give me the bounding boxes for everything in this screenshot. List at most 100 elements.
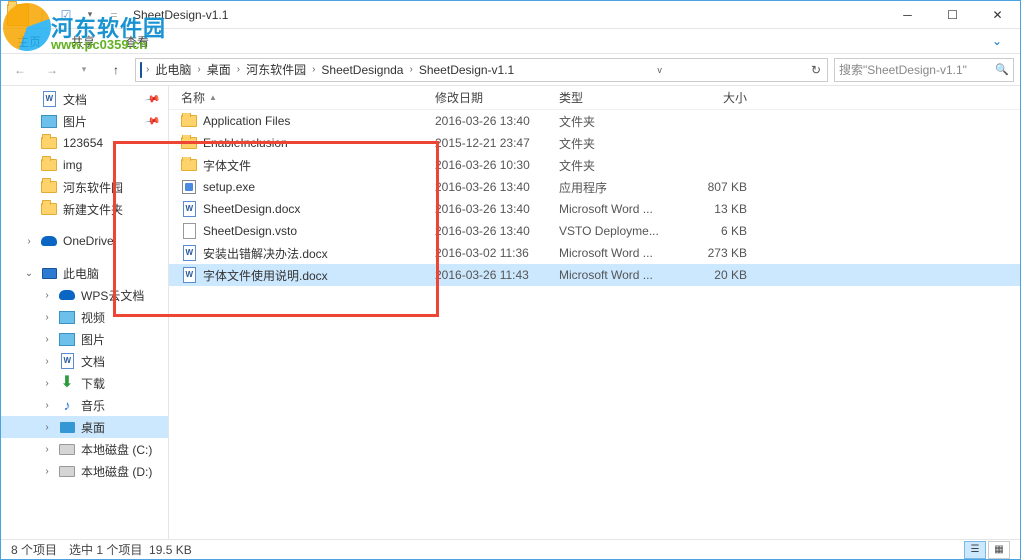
- chevron-right-icon[interactable]: ›: [41, 378, 53, 389]
- drive-icon: [59, 441, 75, 457]
- search-icon[interactable]: 🔍: [995, 63, 1009, 76]
- sidebar-item-label: 音乐: [81, 397, 105, 414]
- dropdown-icon[interactable]: v: [657, 65, 664, 75]
- file-row[interactable]: SheetDesign.vsto2016-03-26 13:40VSTO Dep…: [169, 220, 1020, 242]
- chevron-right-icon[interactable]: ›: [41, 334, 53, 345]
- file-type: Microsoft Word ...: [547, 202, 669, 216]
- view-details-button[interactable]: ☰: [964, 541, 986, 559]
- file-type: 文件夹: [547, 157, 669, 174]
- file-date: 2016-03-26 13:40: [423, 180, 547, 194]
- chevron-right-icon[interactable]: ›: [41, 290, 53, 301]
- file-size: 273 KB: [669, 246, 759, 260]
- chevron-right-icon[interactable]: ›: [41, 400, 53, 411]
- close-button[interactable]: ✕: [975, 1, 1020, 28]
- chevron-right-icon[interactable]: ›: [41, 356, 53, 367]
- file-row[interactable]: EnableInclusion2015-12-21 23:47文件夹: [169, 132, 1020, 154]
- onedrive-icon: [41, 233, 57, 249]
- file-type: Microsoft Word ...: [547, 268, 669, 282]
- folder-icon: [181, 113, 197, 129]
- tab-share[interactable]: 共享: [69, 29, 97, 54]
- sidebar-item[interactable]: ›视频: [1, 306, 168, 328]
- tab-home[interactable]: 主页: [15, 29, 43, 54]
- chevron-right-icon[interactable]: ›: [41, 312, 53, 323]
- desktop-icon: [59, 419, 75, 435]
- minimize-button[interactable]: ─: [885, 1, 930, 28]
- nav-recent-button[interactable]: ▾: [71, 58, 97, 82]
- sidebar-onedrive[interactable]: ›OneDrive: [1, 230, 168, 252]
- sidebar-item[interactable]: ›文档: [1, 350, 168, 372]
- sidebar-item[interactable]: ›本地磁盘 (D:): [1, 460, 168, 482]
- ribbon-expand-icon[interactable]: ⌄: [990, 30, 1004, 52]
- file-type: 应用程序: [547, 179, 669, 196]
- nav-back-button[interactable]: ←: [7, 58, 33, 82]
- tab-view[interactable]: 查看: [123, 29, 151, 54]
- sidebar-thispc[interactable]: ⌄ 此电脑: [1, 262, 168, 284]
- file-row[interactable]: Application Files2016-03-26 13:40文件夹: [169, 110, 1020, 132]
- crumb-thispc[interactable]: 此电脑: [153, 61, 193, 78]
- sidebar-item[interactable]: ›WPS云文档: [1, 284, 168, 306]
- file-date: 2016-03-02 11:36: [423, 246, 547, 260]
- col-date[interactable]: 修改日期: [423, 89, 547, 106]
- crumb-desktop[interactable]: 桌面: [205, 61, 233, 78]
- nav-up-button[interactable]: ↑: [103, 58, 129, 82]
- file-row[interactable]: 安装出错解决办法.docx2016-03-02 11:36Microsoft W…: [169, 242, 1020, 264]
- vsto-icon: [181, 223, 197, 239]
- chevron-down-icon[interactable]: ⌄: [23, 268, 35, 279]
- sidebar-item[interactable]: ›⬇下载: [1, 372, 168, 394]
- file-type: 文件夹: [547, 113, 669, 130]
- doc-icon: [59, 353, 75, 369]
- col-name[interactable]: 名称▲: [169, 89, 423, 106]
- sidebar-item[interactable]: 河东软件园: [1, 176, 168, 198]
- sidebar-item[interactable]: 图片📌: [1, 110, 168, 132]
- ribbon-tabs: 主页 共享 查看 ⌄: [1, 29, 1020, 54]
- nav-forward-button[interactable]: →: [39, 58, 65, 82]
- pin-icon: 📌: [144, 91, 161, 107]
- file-name: Application Files: [203, 114, 290, 128]
- crumb-folder1[interactable]: 河东软件园: [244, 61, 308, 78]
- doc-icon: [41, 91, 57, 107]
- file-size: 807 KB: [669, 180, 759, 194]
- chevron-right-icon[interactable]: ›: [308, 64, 319, 75]
- chevron-right-icon[interactable]: ›: [23, 236, 35, 247]
- crumb-folder2[interactable]: SheetDesignda: [319, 63, 405, 77]
- sidebar-item[interactable]: 新建文件夹: [1, 198, 168, 220]
- pic-icon: [59, 309, 75, 325]
- chevron-right-icon[interactable]: ›: [405, 64, 416, 75]
- folder-icon: [41, 179, 57, 195]
- chevron-right-icon[interactable]: ›: [41, 444, 53, 455]
- file-row[interactable]: 字体文件2016-03-26 10:30文件夹: [169, 154, 1020, 176]
- address-bar: ← → ▾ ↑ › 此电脑 › 桌面 › 河东软件园 › SheetDesign…: [1, 54, 1020, 86]
- col-type[interactable]: 类型: [547, 89, 669, 106]
- file-row[interactable]: setup.exe2016-03-26 13:40应用程序807 KB: [169, 176, 1020, 198]
- sidebar-item[interactable]: 123654: [1, 132, 168, 154]
- view-icons-button[interactable]: ▦: [988, 541, 1010, 559]
- chevron-right-icon[interactable]: ›: [193, 64, 204, 75]
- sidebar-item[interactable]: ›本地磁盘 (C:): [1, 438, 168, 460]
- folder-icon[interactable]: [7, 4, 29, 26]
- qat-dropdown-icon[interactable]: ▾: [79, 4, 101, 26]
- refresh-icon[interactable]: ↻: [811, 63, 823, 77]
- maximize-button[interactable]: ☐: [930, 1, 975, 28]
- sidebar-item[interactable]: ›图片: [1, 328, 168, 350]
- sidebar-item[interactable]: ›桌面: [1, 416, 168, 438]
- sidebar-item-label: 此电脑: [63, 265, 99, 282]
- crumb-current[interactable]: SheetDesign-v1.1: [417, 63, 516, 77]
- chevron-right-icon[interactable]: ›: [233, 64, 244, 75]
- qat-checkbox-icon[interactable]: ☑: [55, 4, 77, 26]
- music-icon: ♪: [59, 397, 75, 413]
- doc-icon: [181, 267, 197, 283]
- chevron-right-icon[interactable]: ›: [41, 422, 53, 433]
- doc-icon: [181, 245, 197, 261]
- file-row[interactable]: 字体文件使用说明.docx2016-03-26 11:43Microsoft W…: [169, 264, 1020, 286]
- search-input[interactable]: 搜索"SheetDesign-v1.1" 🔍: [834, 58, 1014, 82]
- sidebar-item[interactable]: 文档📌: [1, 88, 168, 110]
- col-size[interactable]: 大小: [669, 89, 759, 106]
- chevron-right-icon[interactable]: ›: [41, 466, 53, 477]
- file-date: 2015-12-21 23:47: [423, 136, 547, 150]
- file-row[interactable]: SheetDesign.docx2016-03-26 13:40Microsof…: [169, 198, 1020, 220]
- sidebar-item[interactable]: img: [1, 154, 168, 176]
- chevron-right-icon[interactable]: ›: [142, 64, 153, 75]
- sidebar-item-label: 下载: [81, 375, 105, 392]
- sidebar-item[interactable]: › ♪ 音乐: [1, 394, 168, 416]
- breadcrumb[interactable]: › 此电脑 › 桌面 › 河东软件园 › SheetDesignda › She…: [135, 58, 828, 82]
